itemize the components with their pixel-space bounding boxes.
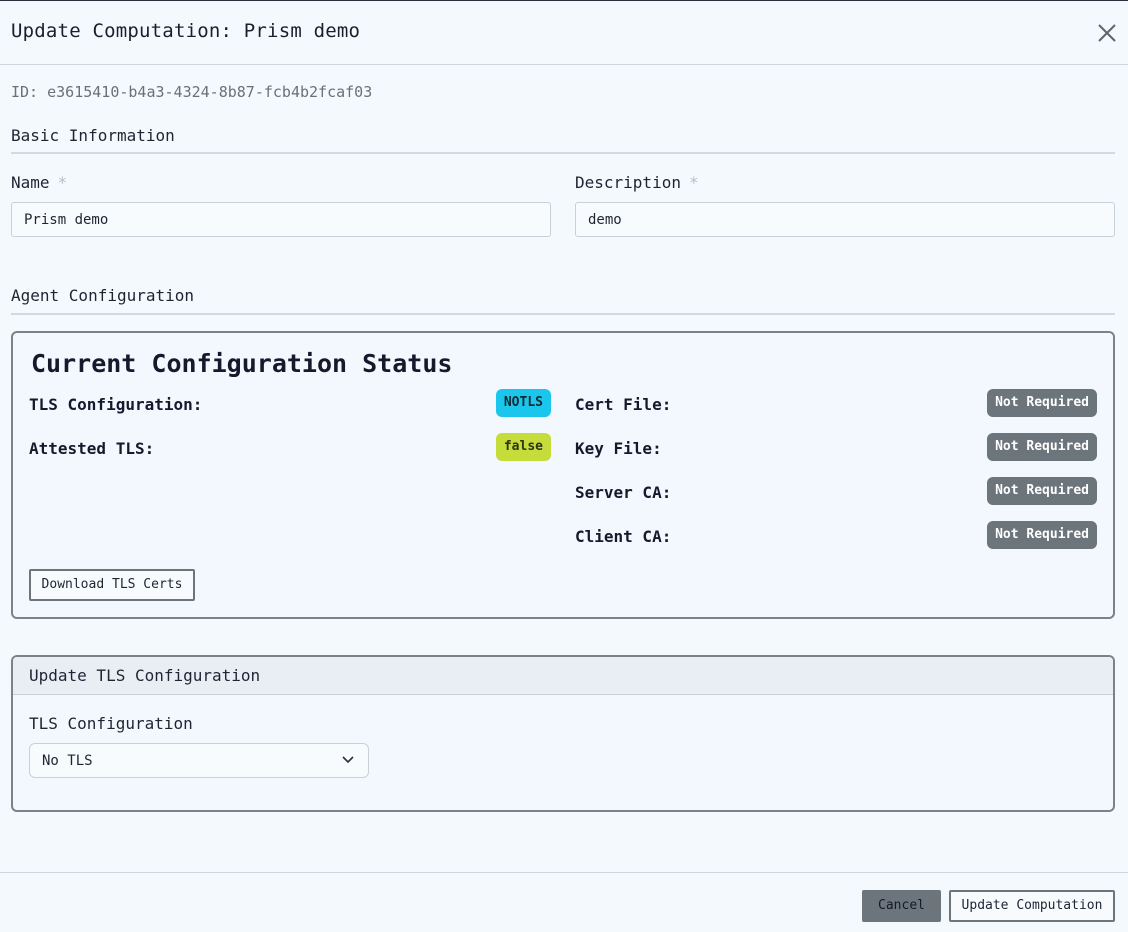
modal-footer-divider (0, 872, 1128, 873)
required-marker: * (57, 173, 68, 192)
required-marker: * (688, 173, 699, 192)
client-ca-badge: Not Required (987, 521, 1097, 549)
cancel-button[interactable]: Cancel (862, 890, 941, 922)
key-file-badge: Not Required (987, 433, 1097, 461)
tls-configuration-badge: NOTLS (495, 389, 551, 417)
update-tls-card-header: Update TLS Configuration (13, 657, 1113, 695)
configuration-status-card: Current Configuration Status TLS Configu… (11, 331, 1115, 619)
update-tls-card: Update TLS Configuration TLS Configurati… (11, 655, 1115, 812)
tls-configuration-selected-value: No TLS (42, 753, 93, 769)
description-label-text: Description (575, 173, 681, 192)
basic-information-heading: Basic Information (11, 126, 175, 145)
key-file-label: Key File: (575, 439, 662, 458)
modal-header: Update Computation: Prism demo (0, 1, 1128, 65)
update-tls-title: Update TLS Configuration (29, 666, 261, 685)
agent-configuration-heading: Agent Configuration (11, 286, 195, 305)
cert-file-label: Cert File: (575, 395, 672, 414)
section-divider (11, 313, 1115, 315)
tls-configuration-label: TLS Configuration: (29, 395, 203, 414)
server-ca-label: Server CA: (575, 483, 672, 502)
name-label: Name * (11, 173, 67, 192)
attested-tls-badge: false (495, 433, 551, 461)
description-input[interactable] (575, 202, 1115, 237)
name-input[interactable] (11, 202, 551, 237)
close-icon[interactable] (1096, 22, 1118, 44)
attested-tls-label: Attested TLS: (29, 439, 155, 458)
update-computation-modal: Update Computation: Prism demo ID: e3615… (0, 0, 1128, 932)
download-tls-certs-button[interactable]: Download TLS Certs (29, 569, 195, 601)
computation-id: ID: e3615410-b4a3-4324-8b87-fcb4b2fcaf03 (11, 83, 373, 101)
description-label: Description * (575, 173, 699, 192)
chevron-down-icon (342, 756, 354, 764)
server-ca-badge: Not Required (987, 477, 1097, 505)
configuration-status-title: Current Configuration Status (31, 349, 453, 378)
modal-title: Update Computation: Prism demo (11, 20, 361, 42)
tls-configuration-field-label: TLS Configuration (29, 714, 193, 733)
cert-file-badge: Not Required (987, 389, 1097, 417)
name-label-text: Name (11, 173, 50, 192)
tls-configuration-select[interactable]: No TLS (29, 743, 369, 778)
client-ca-label: Client CA: (575, 527, 672, 546)
update-computation-button[interactable]: Update Computation (949, 890, 1115, 922)
section-divider (11, 152, 1115, 154)
